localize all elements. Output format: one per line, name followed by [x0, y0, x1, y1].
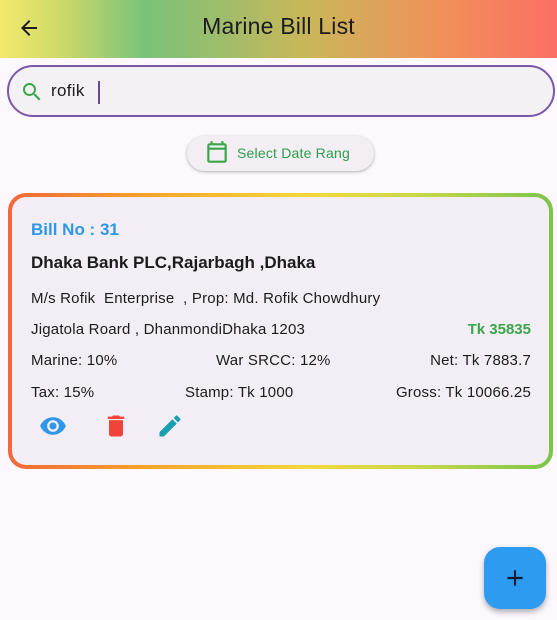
pencil-icon[interactable] [156, 412, 184, 440]
owner-info: M/s Rofik Enterprise , Prop: Md. Rofik C… [31, 290, 381, 307]
search-input[interactable] [51, 77, 531, 105]
select-date-range-label: Select Date Rang [237, 145, 350, 161]
bill-card-body: Bill No : 31 Dhaka Bank PLC,Rajarbagh ,D… [12, 197, 549, 465]
bill-card[interactable]: Bill No : 31 Dhaka Bank PLC,Rajarbagh ,D… [8, 193, 553, 469]
app-bar: Marine Bill List [0, 0, 557, 58]
trash-icon[interactable] [102, 412, 130, 440]
total-amount: Tk 35835 [467, 321, 531, 338]
marine-rate: Marine: 10% [31, 352, 118, 369]
stamp-amount: Stamp: Tk 1000 [185, 384, 294, 401]
select-date-range-button[interactable]: Select Date Rang [187, 136, 374, 171]
plus-icon [507, 570, 523, 586]
tax-rate: Tax: 15% [31, 384, 95, 401]
address: Jigatola Roard , DhanmondiDhaka 1203 [31, 321, 306, 338]
page-title: Marine Bill List [202, 13, 355, 39]
bank-name: Dhaka Bank PLC,Rajarbagh ,Dhaka [31, 253, 316, 272]
war-srcc-rate: War SRCC: 12% [216, 352, 331, 369]
add-bill-button[interactable] [484, 547, 546, 609]
eye-icon[interactable] [39, 412, 67, 440]
search-icon [23, 83, 41, 101]
bill-number: Bill No : 31 [31, 220, 119, 239]
calendar-icon [207, 141, 227, 163]
net-amount: Net: Tk 7883.7 [430, 352, 531, 369]
text-caret [98, 81, 100, 104]
search-bar[interactable] [7, 65, 555, 117]
gross-amount: Gross: Tk 10066.25 [395, 384, 531, 401]
